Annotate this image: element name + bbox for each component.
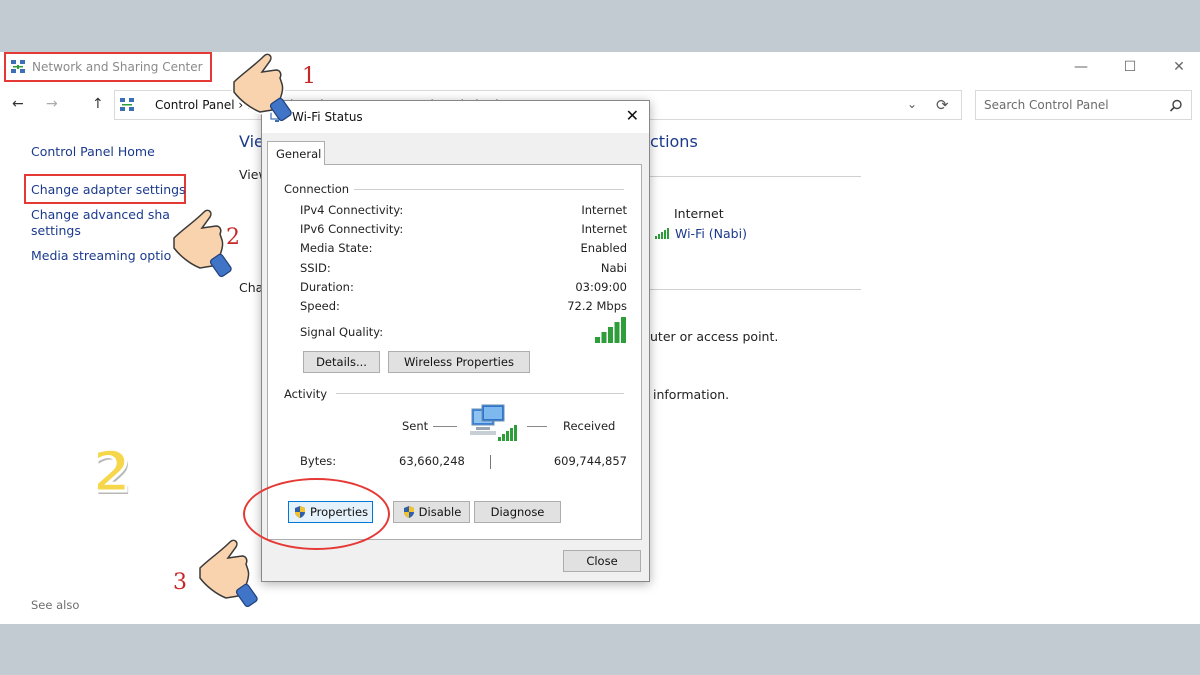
ssid-label: SSID: [300, 261, 331, 275]
back-arrow-icon[interactable]: ← [12, 96, 24, 112]
uac-shield-icon [403, 506, 414, 518]
section-divider-2 [650, 289, 861, 290]
step-number-3: 3 [173, 570, 187, 595]
step-number-1: 1 [302, 64, 316, 89]
signal-bar [601, 332, 607, 343]
dialog-title-bar: Wi-Fi Status ✕ [262, 101, 649, 133]
refresh-icon[interactable]: ⟳ [936, 96, 949, 114]
forward-arrow-icon[interactable]: → [46, 96, 58, 112]
change-advanced-sharing-link-line2[interactable]: settings [31, 223, 81, 238]
router-text: uter or access point. [650, 329, 779, 344]
received-line [527, 426, 547, 427]
wifi-network-link[interactable]: Wi-Fi (Nabi) [675, 226, 747, 241]
disable-button-label: Disable [418, 505, 462, 519]
details-button[interactable]: Details... [303, 351, 380, 373]
title-bar: Network and Sharing Center — ☐ ✕ [0, 52, 1200, 84]
control-panel-home-link[interactable]: Control Panel Home [31, 144, 155, 159]
internet-label: Internet [674, 206, 724, 221]
ipv4-label: IPv4 Connectivity: [300, 203, 404, 217]
signal-bar [621, 317, 626, 343]
wireless-properties-button[interactable]: Wireless Properties [388, 351, 530, 373]
duration-label: Duration: [300, 280, 354, 294]
dialog-close-icon[interactable]: ✕ [626, 106, 639, 125]
bytes-sent-value: 63,660,248 [399, 454, 465, 468]
see-also-label: See also [31, 598, 80, 612]
signal-strength-icon [595, 317, 626, 343]
chevron-down-icon[interactable]: ⌄ [907, 97, 917, 111]
search-icon[interactable] [1169, 99, 1183, 113]
window-title: Network and Sharing Center [32, 60, 203, 74]
connection-divider [354, 189, 624, 190]
close-button[interactable]: Close [563, 550, 641, 572]
search-input[interactable]: Search Control Panel [975, 90, 1192, 120]
network-computers-icon [470, 404, 517, 441]
change-adapter-settings-link[interactable]: Change adapter settings [31, 182, 186, 197]
activity-divider [336, 393, 624, 394]
speed-value: 72.2 Mbps [567, 299, 627, 313]
big-step-badge: 2 [91, 439, 133, 507]
media-streaming-link[interactable]: Media streaming optio [31, 248, 171, 263]
ipv6-label: IPv6 Connectivity: [300, 222, 404, 236]
connection-group-title: Connection [284, 182, 350, 196]
speed-label: Speed: [300, 299, 340, 313]
media-state-value: Enabled [580, 241, 627, 255]
change-label-partial: Cha [239, 280, 264, 295]
network-center-icon [11, 60, 25, 73]
signal-bar [608, 327, 613, 343]
search-placeholder: Search Control Panel [984, 98, 1109, 112]
media-state-label: Media State: [300, 241, 373, 255]
signal-bar [614, 322, 620, 343]
bytes-received-value: 609,744,857 [553, 454, 627, 468]
change-advanced-sharing-link[interactable]: Change advanced sha [31, 207, 170, 222]
info-text: information. [653, 387, 730, 402]
received-label: Received [563, 419, 616, 433]
bytes-label: Bytes: [300, 454, 337, 468]
ipv6-value: Internet [581, 222, 627, 236]
disable-button[interactable]: Disable [393, 501, 470, 523]
main-heading-right: ctions [650, 132, 698, 151]
wifi-signal-icon [655, 228, 669, 239]
sent-line [433, 426, 457, 427]
pointing-hand-icon [231, 51, 292, 122]
signal-bar [595, 337, 600, 343]
ssid-value: Nabi [600, 261, 627, 275]
tab-general[interactable]: General [267, 141, 325, 165]
section-divider [650, 176, 861, 177]
diagnose-button[interactable]: Diagnose [474, 501, 561, 523]
pointing-hand-icon [197, 537, 258, 608]
sent-label: Sent [402, 419, 429, 433]
title-highlight-box: Network and Sharing Center [4, 52, 212, 82]
pointing-hand-icon [171, 207, 232, 278]
close-icon[interactable]: ✕ [1164, 56, 1194, 78]
up-arrow-icon[interactable]: ↑ [92, 96, 104, 112]
bytes-divider [490, 455, 491, 469]
dialog-title: Wi-Fi Status [292, 110, 363, 124]
maximize-icon[interactable]: ☐ [1115, 56, 1145, 78]
minimize-icon[interactable]: — [1066, 56, 1096, 78]
signal-quality-label: Signal Quality: [300, 325, 384, 339]
activity-group-title: Activity [284, 387, 328, 401]
duration-value: 03:09:00 [575, 280, 627, 294]
ipv4-value: Internet [581, 203, 627, 217]
address-network-icon [120, 98, 134, 111]
